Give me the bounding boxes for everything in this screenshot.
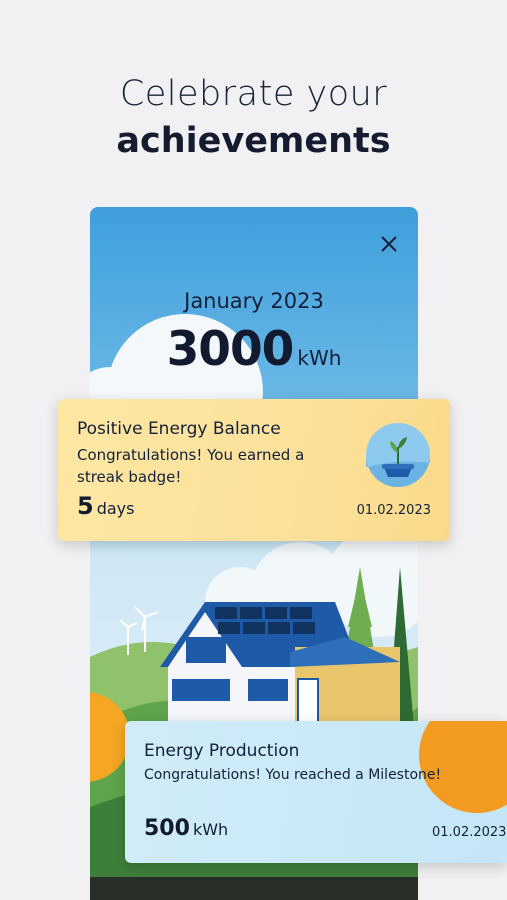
card-value: 5 days [77, 492, 134, 520]
summary-value: 3000 [166, 322, 295, 377]
card-date: 01.02.2023 [356, 503, 431, 518]
summary-month: January 2023 [184, 289, 324, 313]
card-title: Positive Energy Balance [77, 419, 281, 439]
card-value: 500 kWh [144, 816, 228, 841]
card-value-number: 5 [77, 492, 94, 520]
achievement-card-positive-balance[interactable]: Positive Energy Balance Congratulations!… [58, 399, 450, 541]
summary-amount: 3000 kWh [90, 322, 418, 377]
card-date: 01.02.2023 [432, 825, 507, 840]
headline-line-2: achievements [116, 121, 391, 161]
achievement-card-energy-production[interactable]: Energy Production Congratulations! You r… [125, 721, 507, 863]
card-value-unit: days [96, 499, 135, 518]
card-title: Energy Production [144, 741, 300, 761]
plant-badge-icon [366, 423, 430, 487]
close-icon [381, 236, 397, 252]
card-value-number: 500 [144, 816, 190, 841]
summary-unit: kWh [297, 346, 342, 370]
headline-line-1: Celebrate your [119, 74, 388, 114]
card-value-unit: kWh [192, 820, 229, 839]
card-message: Congratulations! You earned a streak bad… [77, 446, 305, 486]
card-message: Congratulations! You reached a Milestone… [144, 767, 442, 783]
close-button[interactable] [378, 233, 400, 255]
